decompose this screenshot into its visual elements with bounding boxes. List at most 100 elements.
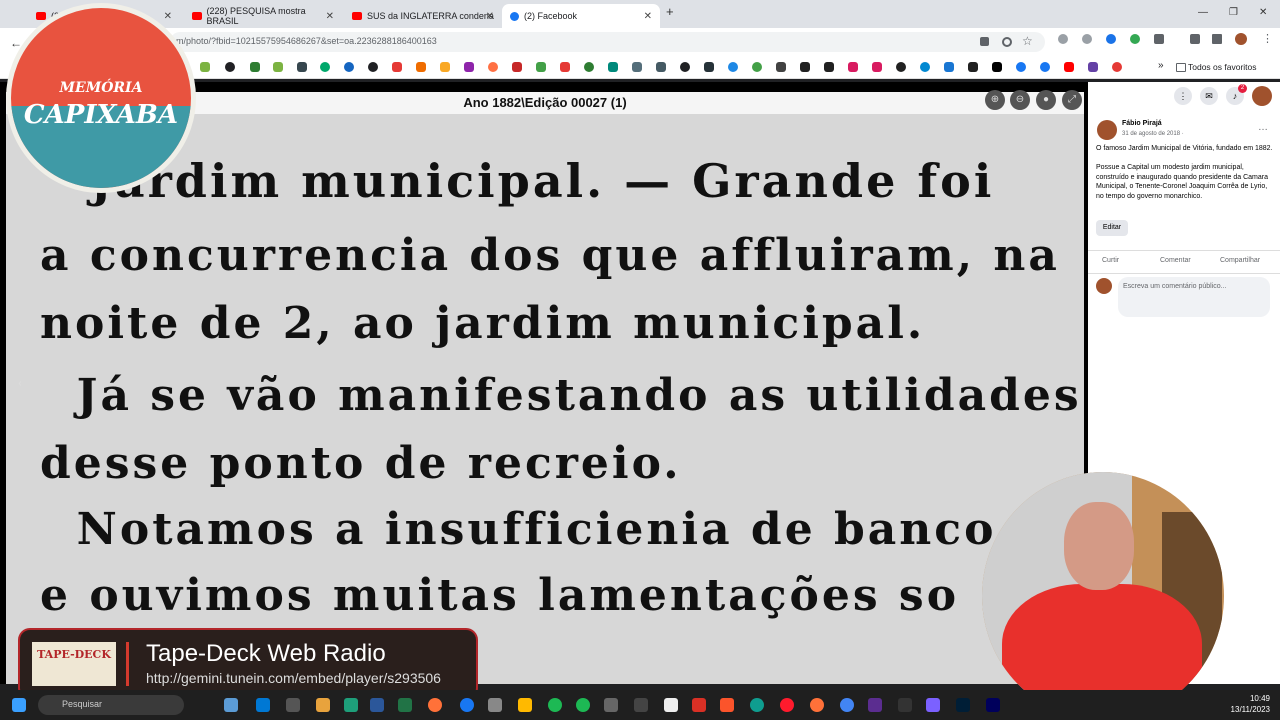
chevron-right-icon[interactable]: » (1158, 60, 1164, 71)
tab-youtube-2[interactable]: (228) PESQUISA mostra BRASIL ✕ (184, 4, 342, 28)
taskbar-app-icon[interactable] (224, 698, 238, 712)
taskbar-app-icon[interactable] (256, 698, 270, 712)
bookmark-icon[interactable] (608, 62, 618, 72)
taskbar-search[interactable]: Pesquisar (38, 695, 184, 715)
bookmark-icon[interactable] (944, 62, 954, 72)
post-date[interactable]: 31 de agosto de 2018 · (1122, 131, 1184, 137)
maximize-icon[interactable]: ❐ (1229, 7, 1238, 18)
taskbar-app-icon[interactable] (664, 698, 678, 712)
puzzle-icon[interactable] (1154, 34, 1164, 44)
bookmark-icon[interactable] (488, 62, 498, 72)
side-panel-icon[interactable] (1212, 34, 1222, 44)
tiktok-icon[interactable] (992, 62, 1002, 72)
taskbar-app-icon[interactable] (460, 698, 474, 712)
tab-facebook[interactable]: (2) Facebook ✕ (502, 4, 660, 28)
twitch-icon[interactable] (1088, 62, 1098, 72)
address-bar[interactable]: m/photo/?fbid=10215575954686267&set=oa.2… (170, 32, 1045, 52)
edge-icon[interactable] (750, 698, 764, 712)
share-button[interactable]: Compartilhar (1220, 257, 1260, 264)
taskbar-app-icon[interactable] (634, 698, 648, 712)
facebook-icon[interactable] (1040, 62, 1050, 72)
menu-icon[interactable]: ⋮ (1262, 32, 1273, 45)
bookmark-icon[interactable] (968, 62, 978, 72)
youtube-icon[interactable] (1064, 62, 1074, 72)
excel-icon[interactable] (398, 698, 412, 712)
bookmark-icon[interactable] (512, 62, 522, 72)
tab-youtube-3[interactable]: SUS da INGLATERRA condena ✕ (344, 4, 502, 28)
bookmark-icon[interactable] (536, 62, 546, 72)
taskbar-app-icon[interactable] (286, 698, 300, 712)
bookmark-icon[interactable] (824, 62, 834, 72)
brave-icon[interactable] (720, 698, 734, 712)
bookmark-icon[interactable] (584, 62, 594, 72)
spotify-icon[interactable] (576, 698, 590, 712)
all-bookmarks-link[interactable]: Todos os favoritos (1188, 62, 1257, 72)
close-icon[interactable]: ✕ (486, 11, 494, 22)
extension-icon[interactable] (1130, 34, 1140, 44)
more-options-icon[interactable]: … (1258, 122, 1268, 133)
edit-button[interactable]: Editar (1096, 220, 1128, 236)
bookmark-icon[interactable] (1112, 62, 1122, 72)
bookmark-icon[interactable] (225, 62, 235, 72)
zoom-in-icon[interactable]: ⊕ (985, 90, 1005, 110)
extension-icon[interactable] (1058, 34, 1068, 44)
minimize-icon[interactable]: — (1198, 7, 1208, 18)
facebook-icon[interactable] (1016, 62, 1026, 72)
zoom-icon[interactable] (1002, 37, 1012, 47)
word-icon[interactable] (370, 698, 384, 712)
bookmark-icon[interactable] (392, 62, 402, 72)
bookmark-icon[interactable] (344, 62, 354, 72)
taskbar-app-icon[interactable] (604, 698, 618, 712)
close-window-icon[interactable]: ✕ (1259, 7, 1267, 18)
bookmark-icon[interactable] (896, 62, 906, 72)
bookmark-icon[interactable] (200, 62, 210, 72)
bookmark-icon[interactable] (440, 62, 450, 72)
grid-menu-icon[interactable]: ⋮ (1174, 87, 1192, 105)
like-button[interactable]: Curtir (1102, 257, 1119, 264)
bookmark-icon[interactable] (320, 62, 330, 72)
zoom-out-icon[interactable]: ⊖ (1010, 90, 1030, 110)
bookmark-icon[interactable] (752, 62, 762, 72)
opera-icon[interactable] (780, 698, 794, 712)
taskbar-app-icon[interactable] (344, 698, 358, 712)
bookmark-icon[interactable] (776, 62, 786, 72)
avatar[interactable] (1252, 86, 1272, 106)
taskbar-app-icon[interactable] (926, 698, 940, 712)
close-icon[interactable]: ✕ (644, 11, 652, 22)
bookmark-icon[interactable] (273, 62, 283, 72)
new-tab-button[interactable]: + (666, 4, 674, 19)
bookmark-icon[interactable] (632, 62, 642, 72)
bookmark-icon[interactable] (250, 62, 260, 72)
star-icon[interactable]: ☆ (1022, 34, 1033, 48)
instagram-icon[interactable] (848, 62, 858, 72)
author-name[interactable]: Fábio Pirajá (1122, 120, 1162, 127)
firefox-icon[interactable] (428, 698, 442, 712)
firefox-icon[interactable] (810, 698, 824, 712)
extension-icon[interactable] (1106, 34, 1116, 44)
bookmark-icon[interactable] (416, 62, 426, 72)
bookmark-icon[interactable] (800, 62, 810, 72)
taskbar-app-icon[interactable] (488, 698, 502, 712)
extension-icon[interactable] (1082, 34, 1092, 44)
author-avatar[interactable] (1097, 120, 1117, 140)
vivaldi-icon[interactable] (692, 698, 706, 712)
next-photo-icon[interactable]: › (1058, 374, 1078, 394)
windows-start-icon[interactable] (12, 698, 26, 712)
close-icon[interactable]: ✕ (164, 11, 172, 22)
taskbar-app-icon[interactable] (868, 698, 882, 712)
bookmark-icon[interactable] (920, 62, 930, 72)
taskbar-app-icon[interactable] (316, 698, 330, 712)
system-clock[interactable]: 10:49 13/11/2023 (1222, 693, 1270, 715)
bookmark-icon[interactable] (680, 62, 690, 72)
chrome-icon[interactable] (840, 698, 854, 712)
instagram-icon[interactable] (872, 62, 882, 72)
close-icon[interactable]: ✕ (326, 11, 334, 22)
comment-input[interactable]: Escreva um comentário público... (1118, 277, 1270, 317)
profile-avatar[interactable] (1235, 33, 1247, 45)
reading-list-icon[interactable] (1190, 34, 1200, 44)
bookmark-icon[interactable] (728, 62, 738, 72)
bookmark-icon[interactable] (704, 62, 714, 72)
tag-icon[interactable]: ● (1036, 90, 1056, 110)
taskbar-app-icon[interactable] (518, 698, 532, 712)
previous-photo-icon[interactable]: ‹ (10, 374, 30, 394)
